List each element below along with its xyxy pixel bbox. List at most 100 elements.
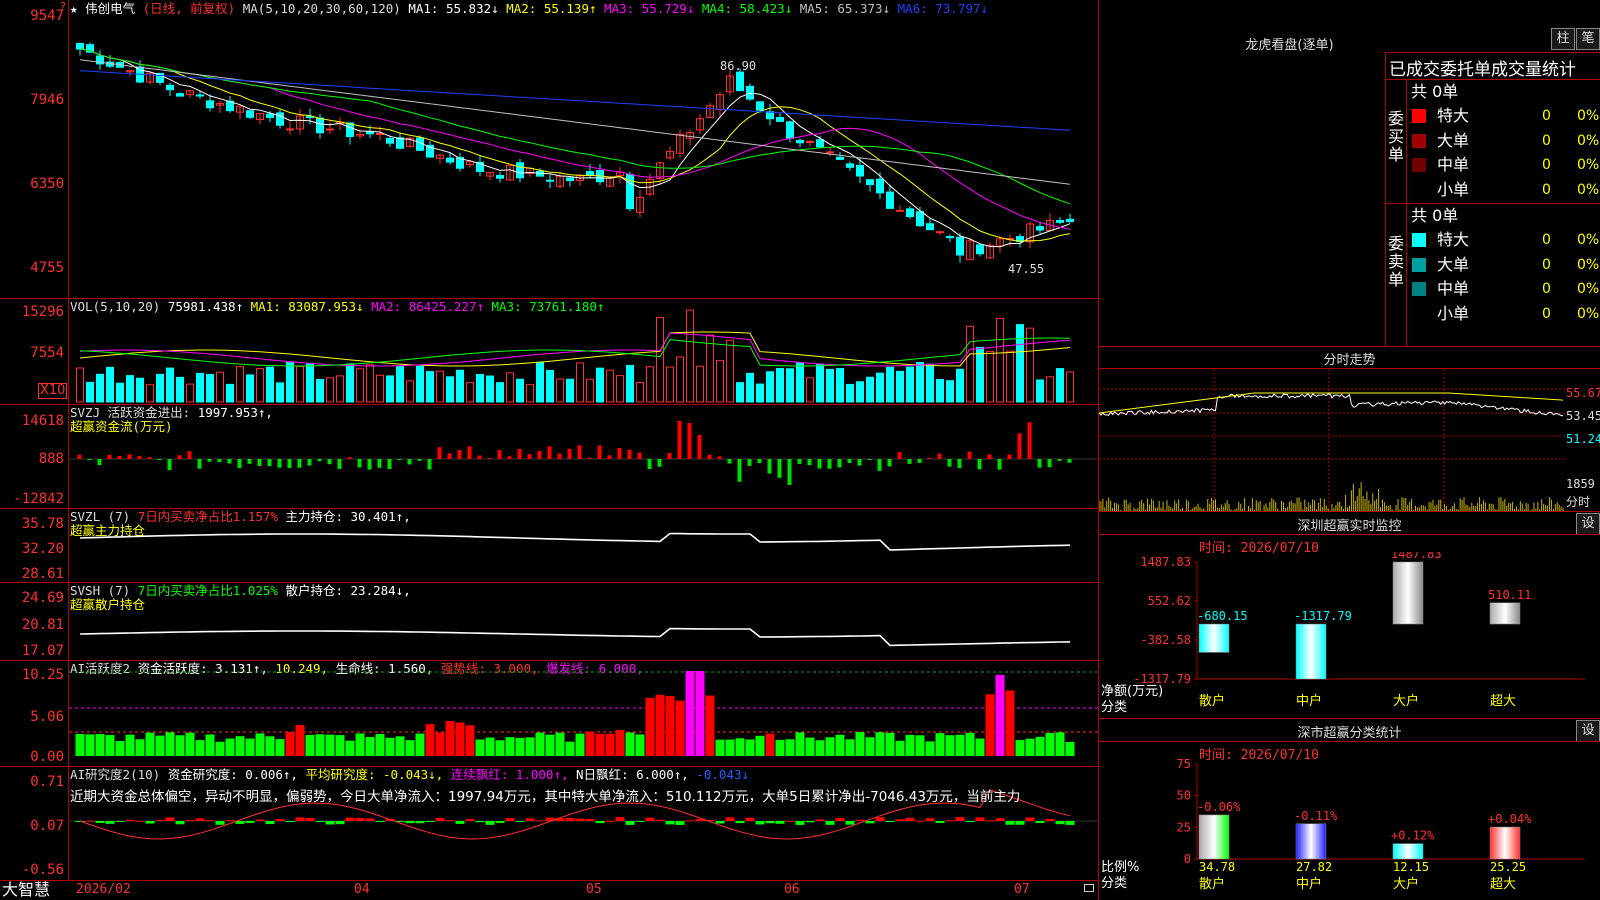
sz-class-settings-button[interactable]: 设: [1576, 720, 1600, 742]
fund-flow-bar: [347, 457, 352, 459]
fund-flow-bar: [567, 448, 572, 459]
research-bar: [525, 818, 535, 821]
candle: [1066, 218, 1074, 223]
volume-panel[interactable]: 15296 7554 X10 VOL(5,10,20) 75981.438↑ M…: [0, 298, 1098, 405]
x-tick-label: 07: [1014, 882, 1030, 897]
research-bar: [655, 819, 665, 821]
research-bar: [645, 817, 655, 821]
research-bar: [285, 821, 295, 822]
fund-flow-bar: [407, 459, 412, 465]
bar-value-label: -0.11%: [1294, 809, 1338, 823]
tick-view-button[interactable]: 笔: [1576, 28, 1600, 50]
fund-flow-bar: [847, 459, 852, 464]
lock-icon[interactable]: [1084, 884, 1094, 892]
activity-bar: [245, 738, 255, 756]
sz-class-panel[interactable]: 深市超赢分类统计 设 时间: 2026/07/10 75 50 25 0 -0.06% 3…: [1099, 719, 1600, 900]
sz-monitor-settings-button[interactable]: 设: [1576, 513, 1600, 535]
research-bar: [635, 821, 645, 822]
volume-bar: [976, 346, 984, 403]
bar-value-label: -0.06%: [1197, 800, 1241, 814]
volume-bar: [906, 366, 914, 403]
volume-bar: [376, 374, 384, 403]
fund-flow-bar: [117, 455, 122, 459]
bar-view-button[interactable]: 柱: [1551, 28, 1575, 50]
sz-monitor-chart[interactable]: 1487.83552.62-382.58-1317.79-680.15散户-13…: [1099, 552, 1600, 718]
candle: [956, 236, 964, 256]
svzl-y-axis: 35.78 32.20 28.61: [0, 508, 69, 582]
research-bar: [755, 821, 765, 825]
volume-bar: [806, 377, 814, 403]
activity-bar: [895, 740, 905, 756]
brand-logo[interactable]: 大智慧: [2, 880, 50, 900]
research-bar: [195, 818, 205, 821]
volume-bar: [106, 366, 114, 403]
sz-class-chart[interactable]: 75 50 25 0 -0.06% 34.78 散户 -0.11% 27.82 中户 +0.12% 1…: [1099, 759, 1600, 900]
bar-value-label: -680.15: [1197, 609, 1248, 623]
intraday-panel[interactable]: 分时走势 55.67 53.45 51.24 1859 分时: [1099, 347, 1600, 512]
volume-bar: [766, 371, 774, 403]
fund-flow-bar: [87, 459, 92, 460]
volume-bar: [366, 364, 374, 403]
svsh-y-axis: 24.69 20.81 17.07: [0, 582, 69, 660]
activity-bar: [755, 735, 765, 756]
question-icon[interactable]: ?: [60, 0, 66, 13]
volume-chart[interactable]: [69, 298, 1098, 404]
candle: [446, 157, 454, 163]
fund-flow-bar: [167, 459, 172, 471]
fund-flow-bar: [237, 459, 242, 469]
price-panel[interactable]: 9547 7946 6350 4755 ? ★ 伟创电气 (日线, 前复权) M…: [0, 0, 1098, 299]
fund-flow-bar: [677, 420, 682, 459]
ai-active-panel[interactable]: 10.25 5.06 0.00 AI活跃度2 资金活跃度: 3.131↑, 10…: [0, 660, 1098, 767]
activity-bar: [375, 734, 385, 756]
svzj-panel[interactable]: 14618 888 -12842 SVZJ 活跃资金进出: 1997.953↑,…: [0, 404, 1098, 509]
ai-active-chart[interactable]: [69, 660, 1098, 766]
fund-flow-bar: [557, 453, 562, 459]
svzj-y-axis: 14618 888 -12842: [0, 404, 69, 508]
svzl-panel[interactable]: 35.78 32.20 28.61 SVZL (7) 7日内买卖净占比1.157…: [0, 508, 1098, 583]
volume-bar: [696, 365, 704, 403]
ai-research-chart[interactable]: [69, 766, 1098, 880]
candle: [516, 162, 524, 179]
fund-flow-bar: [577, 445, 582, 459]
dragon-panel[interactable]: 龙虎看盘(逐单) 柱 笔 已成交委托单成交量统计 委买单 委卖单 共 0单 特大 0…: [1099, 0, 1600, 347]
svzj-chart[interactable]: [69, 404, 1098, 508]
svsh-chart[interactable]: [69, 582, 1098, 660]
ai-research-panel[interactable]: 0.71 0.07 -0.56 AI研究度2(10) 资金研究度: 0.006↑…: [0, 766, 1098, 881]
candle: [386, 137, 394, 144]
volume-bar: [386, 375, 394, 403]
fund-flow-bar: [477, 455, 482, 459]
price-chart[interactable]: [69, 0, 1098, 298]
fund-flow-bar: [287, 459, 292, 469]
svzl-chart[interactable]: [69, 508, 1098, 582]
sz-monitor-panel[interactable]: 深圳超赢实时监控 设 时间: 2026/07/10 1487.83 552.62-…: [1099, 512, 1600, 719]
research-bar: [315, 821, 325, 822]
fund-flow-bar: [127, 454, 132, 459]
volume-bar: [1056, 368, 1064, 403]
research-bar: [105, 821, 115, 824]
fund-flow-bar: [157, 459, 162, 460]
volume-bar: [796, 362, 804, 403]
sell-swatch: [1412, 307, 1426, 321]
fund-flow-bar: [857, 459, 862, 466]
fund-flow-bar: [417, 459, 422, 461]
svsh-panel[interactable]: 24.69 20.81 17.07 SVSH (7) 7日内买卖净占比1.025…: [0, 582, 1098, 661]
sell-row: 小单 0 0%: [1409, 302, 1599, 327]
sz-class-cat-label: 分类: [1101, 876, 1128, 891]
volume-bar: [406, 380, 414, 403]
kline-chart-area[interactable]: 9547 7946 6350 4755 ? ★ 伟创电气 (日线, 前复权) M…: [0, 0, 1099, 900]
activity-bar: [385, 737, 395, 756]
volume-bar: [446, 376, 454, 403]
candle: [206, 100, 214, 109]
volume-ytick: 15296: [21, 304, 64, 320]
candle: [776, 117, 784, 122]
intraday-chart[interactable]: [1099, 369, 1565, 511]
fund-flow-bar: [107, 454, 112, 459]
fund-flow-bar: [497, 450, 502, 459]
ma-line: [79, 59, 1071, 185]
activity-bar: [365, 736, 375, 756]
y-tick-label: 25: [1177, 820, 1191, 834]
svzl-ytick: 35.78: [21, 516, 64, 532]
research-bar: [825, 821, 835, 825]
research-bar: [215, 821, 225, 825]
fund-flow-bar: [317, 459, 322, 462]
